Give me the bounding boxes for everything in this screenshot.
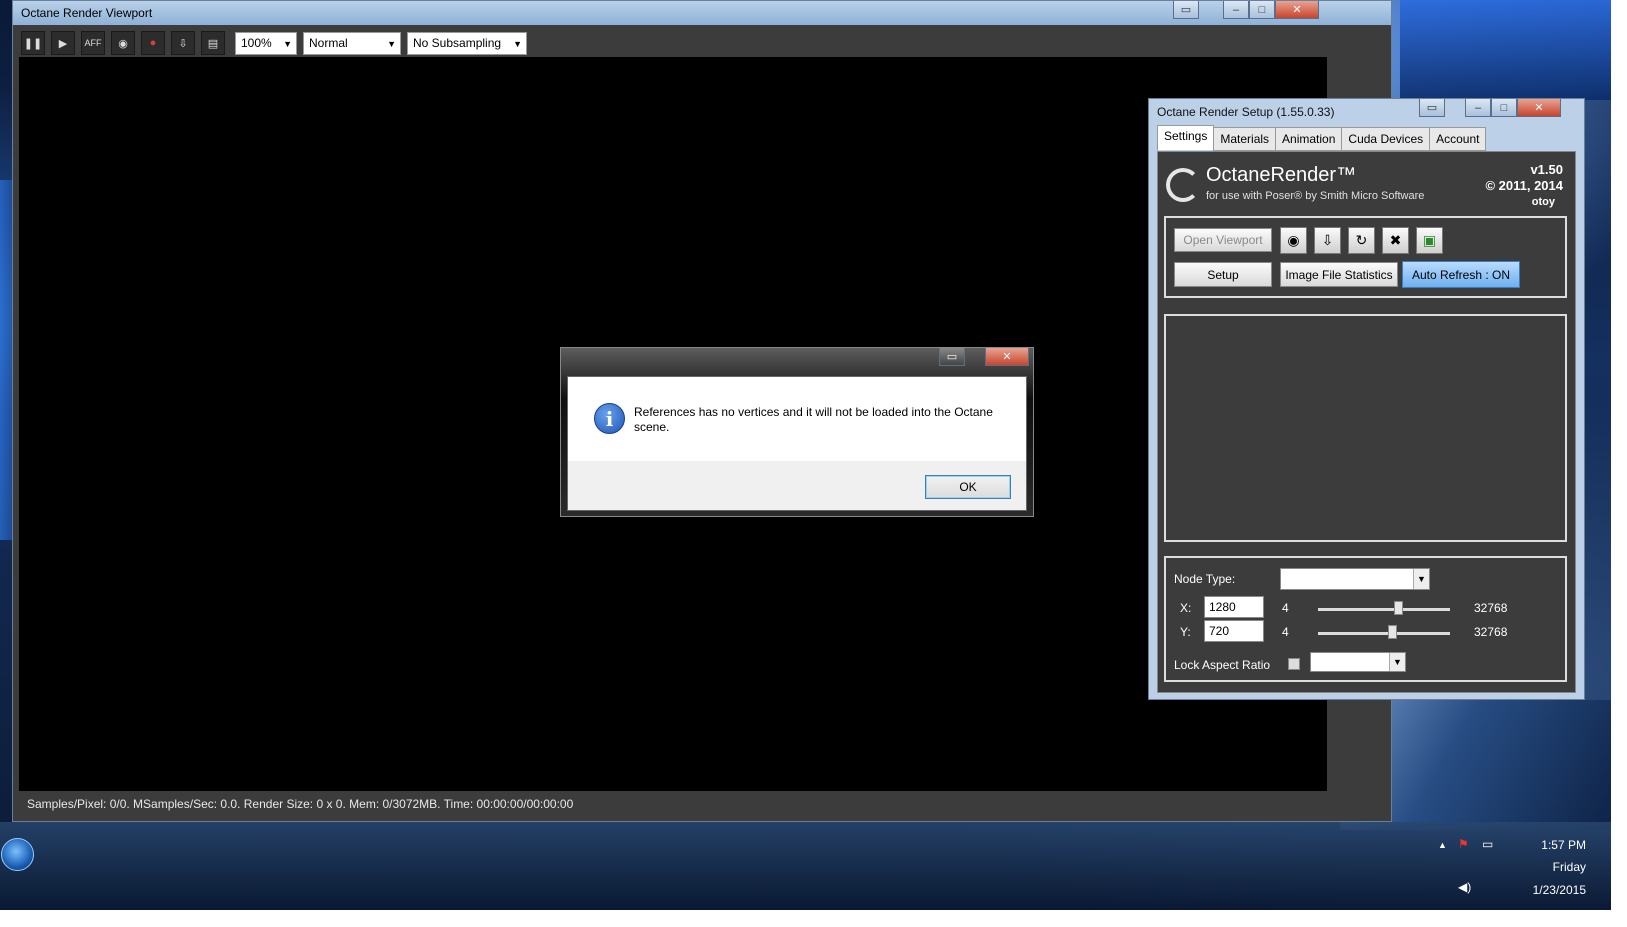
auto-refresh-button[interactable]: Auto Refresh : ON [1402, 261, 1520, 288]
network-icon[interactable]: ▭ [1482, 837, 1493, 851]
lock-aspect-ratio-checkbox[interactable] [1288, 658, 1300, 670]
dialog-message: References has no vertices and it will n… [634, 405, 993, 434]
play-icon[interactable]: ▶ [51, 31, 75, 55]
x-slider-track[interactable] [1318, 608, 1450, 611]
y-slider-track[interactable] [1318, 632, 1450, 635]
chevron-down-icon: ▼ [387, 38, 396, 49]
start-button[interactable] [1, 838, 34, 871]
chevron-down-icon: ▼ [1389, 653, 1405, 671]
version-label: v1.50 [1530, 162, 1563, 177]
node-type-label: Node Type: [1174, 572, 1236, 586]
y-min-label: 4 [1282, 625, 1289, 639]
aff-icon[interactable]: AFF [81, 31, 105, 55]
aspect-preset-select[interactable]: ▼ [1310, 652, 1406, 672]
setup-title: Octane Render Setup (1.55.0.33) [1157, 105, 1335, 119]
setup-button[interactable]: Setup [1174, 262, 1272, 287]
wallpaper-shape [1400, 0, 1611, 100]
dialog-body: i References has no vertices and it will… [567, 376, 1027, 511]
close-button[interactable]: ✕ [1517, 99, 1561, 117]
zoom-select[interactable]: 100% ▼ [235, 31, 297, 55]
otoy-logo: otoy [1531, 196, 1555, 208]
screen-edge [0, 910, 1627, 927]
close-button[interactable]: ✕ [1275, 1, 1319, 19]
y-label: Y: [1180, 625, 1191, 639]
viewport-toolbar: ❚❚ ▶ AFF ◉ ● ⇩ ▤ 100% ▼ Normal ▼ No Subs… [21, 30, 527, 56]
logo-area: OctaneRender™ for use with Poser® by Smi… [1164, 158, 1569, 210]
x-slider-thumb[interactable] [1394, 601, 1403, 615]
resolution-panel: Node Type: ▼ X: 1280 4 32768 Y: 720 4 32… [1164, 556, 1567, 682]
chevron-up-icon[interactable]: ▲ [1438, 840, 1447, 850]
maximize-button[interactable]: □ [1491, 99, 1517, 117]
x-label: X: [1180, 601, 1192, 615]
brand-name: OctaneRender™ [1206, 164, 1357, 186]
color-wheel-icon[interactable]: ● [141, 31, 165, 55]
export-icon[interactable]: ⇩ [171, 31, 195, 55]
camera-icon[interactable]: ◉ [111, 31, 135, 55]
monitor-icon[interactable]: ▣ [1416, 227, 1443, 254]
viewport-title: Octane Render Viewport [21, 6, 153, 20]
eye-icon[interactable]: ◉ [1280, 227, 1307, 254]
tab-materials[interactable]: Materials [1213, 127, 1277, 151]
viewport-titlebar[interactable]: Octane Render Viewport ▭ – □ ✕ [13, 1, 1391, 25]
octane-logo-icon [1166, 168, 1200, 202]
restore-icon[interactable]: ▭ [939, 348, 965, 366]
lock-aspect-ratio-label: Lock Aspect Ratio [1174, 658, 1271, 672]
chevron-down-icon: ▼ [513, 38, 522, 49]
restore-icon[interactable]: ▭ [1173, 1, 1199, 19]
zoom-value: 100% [241, 35, 272, 50]
chevron-down-icon: ▼ [1413, 569, 1429, 589]
x-field[interactable]: 1280 [1204, 596, 1264, 618]
tab-account[interactable]: Account [1429, 127, 1487, 151]
status-bar: Samples/Pixel: 0/0. MSamples/Sec: 0.0. R… [19, 791, 1381, 819]
mode-value: Normal [309, 35, 348, 50]
brand-subtitle: for use with Poser® by Smith Micro Softw… [1206, 190, 1425, 202]
y-field[interactable]: 720 [1204, 620, 1264, 642]
node-type-select[interactable]: ▼ [1280, 568, 1430, 590]
screen-edge [1611, 0, 1627, 927]
setup-window: Octane Render Setup (1.55.0.33) ▭ – □ ✕ … [1148, 98, 1585, 700]
message-dialog: ▭ ✕ i References has no vertices and it … [560, 347, 1034, 517]
clock-day: Friday [1552, 860, 1586, 874]
info-icon: i [594, 403, 625, 434]
x-max-label: 32768 [1474, 601, 1508, 615]
settings-panel: OctaneRender™ for use with Poser® by Smi… [1157, 151, 1576, 693]
maximize-button[interactable]: □ [1249, 1, 1275, 19]
subsampling-select[interactable]: No Subsampling ▼ [407, 31, 527, 55]
image-file-statistics-button[interactable]: Image File Statistics [1280, 262, 1398, 287]
preview-panel [1164, 314, 1567, 542]
document-icon[interactable]: ▤ [201, 31, 225, 55]
copyright-label: © 2011, 2014 [1485, 178, 1563, 193]
close-button[interactable]: ✕ [985, 348, 1029, 366]
subsampling-value: No Subsampling [413, 35, 502, 50]
restore-icon[interactable]: ▭ [1419, 99, 1445, 117]
clock-time[interactable]: 1:57 PM [1514, 838, 1586, 852]
refresh-icon[interactable]: ↻ [1348, 227, 1375, 254]
dialog-message-area: i References has no vertices and it will… [568, 377, 1026, 461]
speaker-icon[interactable]: ◀) [1458, 880, 1471, 894]
setup-tabs: Settings Materials Animation Cuda Device… [1157, 125, 1487, 151]
y-slider-thumb[interactable] [1388, 625, 1397, 639]
actions-panel: Open Viewport ◉ ⇩ ↻ ✖ ▣ Setup Image File… [1164, 216, 1567, 298]
y-max-label: 32768 [1474, 625, 1508, 639]
reset-icon[interactable]: ✖ [1382, 227, 1409, 254]
tab-cuda-devices[interactable]: Cuda Devices [1341, 127, 1431, 151]
clock-date: 1/23/2015 [1532, 883, 1586, 897]
chevron-down-icon: ▼ [283, 38, 292, 49]
tab-settings[interactable]: Settings [1157, 125, 1215, 150]
minimize-button[interactable]: – [1223, 1, 1249, 19]
open-viewport-button[interactable]: Open Viewport [1174, 228, 1272, 252]
x-min-label: 4 [1282, 601, 1289, 615]
taskbar [0, 822, 1611, 910]
pause-icon[interactable]: ❚❚ [21, 31, 45, 55]
export-icon[interactable]: ⇩ [1314, 227, 1341, 254]
minimize-button[interactable]: – [1465, 99, 1491, 117]
tab-animation[interactable]: Animation [1275, 127, 1343, 151]
mode-select[interactable]: Normal ▼ [303, 31, 401, 55]
flag-icon[interactable]: ⚑ [1458, 837, 1469, 851]
ok-button[interactable]: OK [925, 475, 1011, 499]
